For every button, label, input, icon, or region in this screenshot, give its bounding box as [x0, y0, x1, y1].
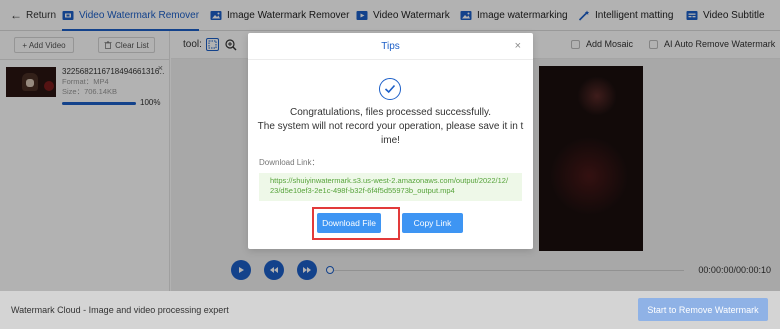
tips-dialog: Tips × Congratulations, files processed … [248, 33, 533, 249]
close-icon[interactable]: × [515, 40, 521, 52]
download-file-button[interactable]: Download File [317, 213, 381, 233]
download-link-label: Download Link： [259, 158, 320, 167]
footer: Watermark Cloud - Image and video proces… [0, 291, 780, 329]
message-line: Congratulations, files processed success… [289, 107, 492, 118]
start-remove-watermark-button[interactable]: Start to Remove Watermark [638, 298, 768, 321]
success-message: Congratulations, files processed success… [256, 106, 525, 148]
start-label: Start to Remove Watermark [647, 304, 759, 315]
success-check-icon [379, 78, 401, 100]
dialog-header: Tips × [248, 33, 533, 60]
copy-link-button[interactable]: Copy Link [402, 213, 463, 233]
footer-tagline: Watermark Cloud - Image and video proces… [11, 305, 229, 315]
download-label: Download File [322, 218, 376, 228]
message-line: The system will not record your operatio… [257, 121, 524, 132]
dialog-title: Tips [381, 40, 400, 52]
download-link-url[interactable]: https://shuiyinwatermark.s3.us-west-2.am… [259, 173, 522, 201]
message-line: ime! [381, 135, 400, 146]
copy-label: Copy Link [413, 218, 452, 228]
